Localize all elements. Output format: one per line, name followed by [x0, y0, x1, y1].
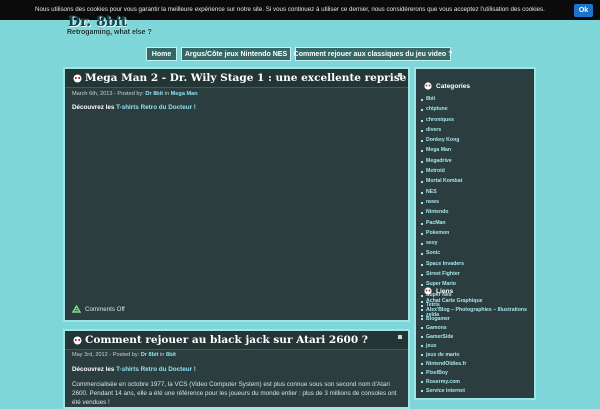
category-link[interactable]: PacMan [421, 220, 536, 230]
category-link[interactable]: Sonic [421, 250, 536, 260]
blogroll-link[interactable]: Blogamer [421, 316, 534, 323]
category-link[interactable]: NES [421, 189, 536, 199]
category-link[interactable]: Metroid [421, 168, 536, 178]
posted-by-label: - Posted by: [114, 91, 144, 97]
ghost-icon [73, 74, 82, 83]
post-meta: May 3rd, 2012 - Posted by: Dr 8bit in 8b… [72, 352, 176, 358]
links-heading: Liens [424, 287, 453, 295]
comments-label: Comments Off [85, 305, 125, 313]
cookie-ok-button[interactable]: Ok [574, 4, 593, 17]
tshirt-promo: Découvrez les T-shirts Retro du Docteur … [72, 366, 196, 373]
blogroll-link[interactable]: PixelBoy [421, 370, 534, 377]
ghost-icon [424, 82, 432, 90]
post-author-link[interactable]: Dr 8bit [141, 352, 159, 358]
post-category-link[interactable]: Mega Man [171, 91, 198, 97]
blogroll-link[interactable]: Achat Carte Graphique [421, 298, 534, 305]
in-label: in [164, 91, 170, 97]
tshirt-promo-prefix: Découvrez les [72, 104, 115, 111]
category-link[interactable]: Street Fighter [421, 271, 536, 281]
blogroll-link[interactable]: Rosermy.com [421, 379, 534, 386]
tshirt-promo: Découvrez les T-shirts Retro du Docteur … [72, 104, 196, 111]
post-card: Mega Man 2 - Dr. Wily Stage 1 : une exce… [63, 67, 410, 322]
tshirt-promo-prefix: Découvrez les [72, 366, 115, 373]
post-header: Comment rejouer au black jack sur Atari … [65, 331, 408, 350]
post-date: May 3rd, 2012 [72, 352, 108, 358]
category-link[interactable]: Nintendo [421, 209, 536, 219]
post-excerpt: Commercialisée en octobre 1977, la VCS (… [72, 381, 397, 406]
category-link[interactable]: chroniques [421, 117, 536, 127]
site-title[interactable]: Dr. 8bit [68, 14, 127, 28]
links-list: Achat Carte Graphique Alex'Blog – Photog… [421, 298, 534, 397]
post-corner-marker [398, 73, 402, 77]
nav-argus-nes[interactable]: Argus/Côte jeux Nintendo NES [181, 47, 291, 61]
category-link[interactable]: Pokemon [421, 230, 536, 240]
blogroll-link[interactable]: jeux [421, 343, 534, 350]
post-header: Mega Man 2 - Dr. Wily Stage 1 : une exce… [65, 69, 408, 88]
cookie-message: Nous utilisons des cookies pour vous gar… [35, 6, 545, 13]
post-date: March 6th, 2013 [72, 91, 113, 97]
blogroll-link[interactable]: GamerSide [421, 334, 534, 341]
categories-heading: Categories [424, 82, 470, 90]
site-tagline: Retrogaming, what else ? [67, 29, 152, 36]
tshirt-promo-link[interactable]: T-shirts Retro du Docteur ! [116, 366, 196, 373]
blogroll-link[interactable]: Alex'Blog – Photographies – Illustration… [421, 307, 534, 314]
post-category-link[interactable]: 8bit [166, 352, 176, 358]
invader-icon [72, 305, 81, 313]
category-link[interactable]: divers [421, 127, 536, 137]
posted-by-label: - Posted by: [109, 352, 140, 358]
nav-rejouer-classiques[interactable]: Comment rejouer aux classiques du jeu vi… [294, 47, 452, 61]
category-link[interactable]: Megadrive [421, 158, 536, 168]
category-link[interactable]: chiptune [421, 106, 536, 116]
blogroll-link[interactable]: Service internet [421, 388, 534, 395]
links-title: Liens [436, 287, 454, 295]
nav-home[interactable]: Home [146, 47, 177, 61]
ghost-icon [73, 336, 82, 345]
ghost-icon [424, 287, 432, 295]
post-meta: March 6th, 2013 - Posted by: Dr 8bit in … [72, 91, 198, 97]
in-label: in [160, 352, 165, 358]
comments-status: Comments Off [72, 305, 125, 313]
category-link[interactable]: Space Invaders [421, 261, 536, 271]
category-link[interactable]: news [421, 199, 536, 209]
post-author-link[interactable]: Dr 8bit [145, 91, 163, 97]
category-link[interactable]: Mortal Kombat [421, 178, 536, 188]
post-card: Comment rejouer au black jack sur Atari … [63, 329, 410, 409]
category-link[interactable]: sexy [421, 240, 536, 250]
post-title[interactable]: Comment rejouer au black jack sur Atari … [85, 334, 368, 346]
post-corner-marker [398, 335, 402, 339]
blogroll-link[interactable]: jeux de mario [421, 352, 534, 359]
categories-title: Categories [436, 82, 471, 90]
category-link[interactable]: Mega Man [421, 147, 536, 157]
category-link[interactable]: 8bit [421, 96, 536, 106]
blogroll-link[interactable]: Gamons [421, 325, 534, 332]
tshirt-promo-link[interactable]: T-shirts Retro du Docteur ! [116, 104, 196, 111]
sidebar: Categories 8bit chiptune chroniques dive… [414, 67, 536, 400]
category-link[interactable]: Donkey Kong [421, 137, 536, 147]
post-title[interactable]: Mega Man 2 - Dr. Wily Stage 1 : une exce… [85, 72, 406, 84]
blogroll-link[interactable]: NintendOldies.fr [421, 361, 534, 368]
